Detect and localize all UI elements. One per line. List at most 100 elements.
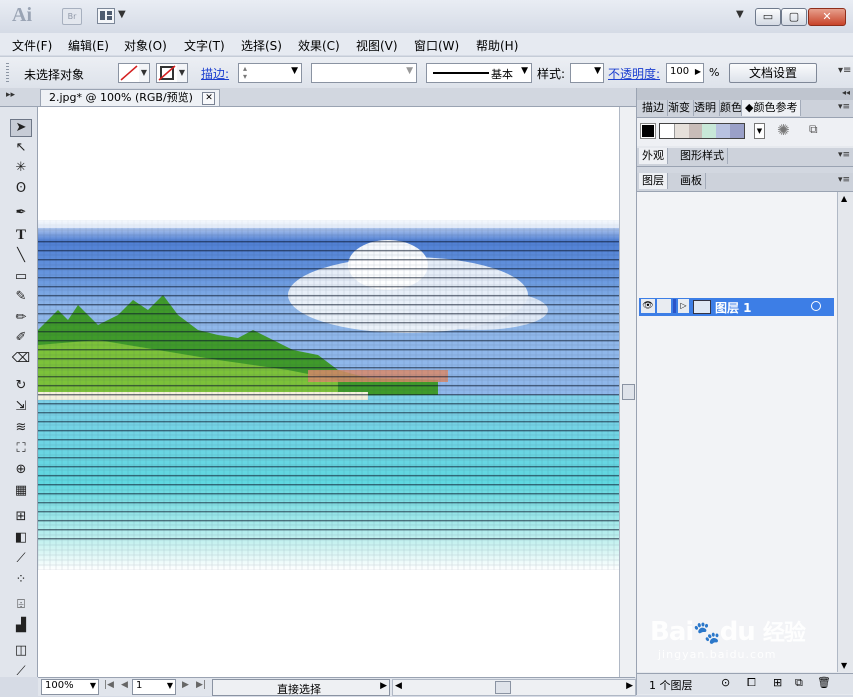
layers-scrollbar[interactable]: ▲ ▼	[837, 192, 853, 672]
symbol-sprayer-tool-icon[interactable]: ⌹	[10, 596, 32, 614]
fill-dropdown[interactable]: ▼	[139, 63, 150, 83]
delete-layer-icon[interactable]: 🗑	[817, 676, 831, 689]
pen-tool-icon[interactable]: ✒	[10, 204, 32, 222]
layer-row[interactable]: 👁 ▷ 图层 1	[639, 298, 834, 316]
harmony-swatch-6[interactable]	[730, 124, 744, 138]
stroke-label-link[interactable]: 描边:	[201, 65, 229, 82]
create-sublayer-icon[interactable]: ⊞	[773, 676, 782, 689]
tab-transparency[interactable]: 透明	[691, 100, 720, 116]
menu-help[interactable]: 帮助(H)	[476, 37, 518, 54]
scroll-left-icon[interactable]: ◀	[395, 681, 402, 691]
bridge-button[interactable]: Br	[62, 8, 82, 25]
harmony-colors-strip[interactable]	[659, 123, 745, 139]
scrollbar-thumb[interactable]	[622, 384, 635, 400]
chevron-down-icon[interactable]: ▼	[406, 66, 413, 76]
chevron-down-icon[interactable]: ▼	[291, 66, 298, 76]
opacity-input[interactable]: 100 ▶	[666, 63, 704, 83]
maximize-button[interactable]: ▢	[781, 8, 807, 26]
minimize-button[interactable]: ▭	[755, 8, 781, 26]
lasso-tool-icon[interactable]: ʘ	[10, 180, 32, 198]
harmony-swatch-2[interactable]	[674, 124, 689, 138]
free-transform-tool-icon[interactable]: ⛶	[10, 440, 32, 458]
vertical-scrollbar[interactable]	[619, 107, 636, 677]
zoom-select[interactable]: 100% ▼	[41, 679, 99, 695]
arrange-documents-icon[interactable]	[97, 8, 115, 24]
close-button[interactable]: ✕	[808, 8, 846, 26]
artboard-select[interactable]: 1 ▼	[132, 679, 176, 695]
rectangle-tool-icon[interactable]: ▭	[10, 268, 32, 286]
gradient-tool-icon[interactable]: ◧	[10, 529, 32, 547]
last-artboard-icon[interactable]: ▶|	[196, 680, 206, 690]
harmony-swatch-3[interactable]	[688, 124, 703, 138]
menu-object[interactable]: 对象(O)	[124, 37, 167, 54]
harmony-rules-dropdown[interactable]: ▼	[754, 123, 765, 139]
magic-wand-tool-icon[interactable]: ✳	[10, 159, 32, 177]
visibility-eye-icon[interactable]: 👁	[641, 299, 655, 313]
panel-menu-icon[interactable]: ▾≡	[838, 102, 850, 112]
opacity-label-link[interactable]: 不透明度:	[608, 65, 660, 82]
expand-triangle-icon[interactable]: ▷	[678, 299, 689, 313]
chevron-right-icon[interactable]: ▶	[380, 681, 387, 691]
chevron-down-icon[interactable]: ▼	[594, 66, 601, 76]
brush-definition-select[interactable]: 基本 ▼	[426, 63, 532, 83]
paintbrush-tool-icon[interactable]: ✎	[10, 288, 32, 306]
menu-file[interactable]: 文件(F)	[12, 37, 52, 54]
stepper-icon[interactable]: ▴ ▾	[243, 65, 247, 81]
chevron-right-icon[interactable]: ▶	[695, 67, 701, 76]
perspective-grid-tool-icon[interactable]: ▦	[10, 482, 32, 500]
menu-type[interactable]: 文字(T)	[184, 37, 225, 54]
panel-menu-icon[interactable]: ▾≡	[838, 175, 850, 185]
locate-object-icon[interactable]: ⊙	[721, 676, 730, 689]
harmony-swatch-4[interactable]	[702, 124, 717, 138]
document-tab[interactable]: 2.jpg* @ 100% (RGB/预览) ✕	[40, 89, 221, 106]
menu-select[interactable]: 选择(S)	[241, 37, 282, 54]
target-circle-icon[interactable]	[811, 301, 821, 311]
placed-image-beach[interactable]	[38, 220, 619, 570]
variable-width-profile-select[interactable]: ▼	[311, 63, 417, 83]
scroll-up-icon[interactable]: ▲	[841, 194, 847, 203]
lock-toggle[interactable]	[657, 299, 671, 313]
create-new-layer-icon[interactable]: ⧉	[795, 676, 803, 690]
scrollbar-thumb[interactable]	[495, 681, 511, 694]
document-setup-button[interactable]: 文档设置	[729, 63, 817, 83]
tab-layers[interactable]: 图层	[639, 173, 668, 189]
fill-swatch[interactable]	[118, 63, 140, 83]
harmony-swatch-5[interactable]	[716, 124, 731, 138]
panel-grip-icon[interactable]	[6, 63, 9, 83]
harmony-swatch-1[interactable]	[660, 124, 675, 138]
make-clipping-mask-icon[interactable]: ⧠	[747, 676, 756, 690]
horizontal-scrollbar[interactable]: ◀ ▶	[392, 679, 636, 696]
graphic-style-select[interactable]: ▼	[570, 63, 604, 83]
tab-appearance[interactable]: 外观	[639, 148, 668, 164]
tab-graphic-styles[interactable]: 图形样式	[677, 148, 728, 164]
stroke-dropdown[interactable]: ▼	[177, 63, 188, 83]
stroke-weight-input[interactable]: ▴ ▾ ▼	[238, 63, 302, 83]
direct-selection-tool-icon[interactable]: ↖	[10, 139, 32, 157]
panel-menu-icon[interactable]: ▾≡	[838, 150, 850, 160]
first-artboard-icon[interactable]: |◀	[104, 680, 114, 690]
type-tool-icon[interactable]: T	[10, 226, 32, 244]
artboard-tool-icon[interactable]: ◫	[10, 642, 32, 660]
next-artboard-icon[interactable]: ▶	[182, 680, 189, 690]
menu-edit[interactable]: 编辑(E)	[68, 37, 109, 54]
save-color-group-icon[interactable]: ⧉	[809, 122, 818, 137]
slice-tool-icon[interactable]: ⟋	[10, 663, 32, 681]
base-color-swatch[interactable]	[640, 123, 656, 139]
menu-effect[interactable]: 效果(C)	[298, 37, 340, 54]
rotate-tool-icon[interactable]: ↻	[10, 377, 32, 395]
stroke-swatch[interactable]	[156, 63, 178, 83]
collapse-panels-icon[interactable]: ▸▸	[6, 90, 15, 100]
close-tab-icon[interactable]: ✕	[202, 91, 216, 105]
tab-stroke[interactable]: 描边	[639, 100, 668, 116]
menu-window[interactable]: 窗口(W)	[414, 37, 459, 54]
collapse-dock-icon[interactable]: ◂◂	[842, 88, 850, 97]
edit-colors-icon[interactable]: ✺	[777, 121, 790, 139]
canvas[interactable]	[38, 107, 619, 677]
chevron-down-icon[interactable]: ▼	[521, 66, 528, 76]
chevron-down-icon[interactable]: ▼	[90, 681, 96, 690]
eyedropper-tool-icon[interactable]: ⟋	[10, 550, 32, 568]
tab-artboards[interactable]: 画板	[677, 173, 706, 189]
shape-builder-tool-icon[interactable]: ⊕	[10, 461, 32, 479]
previous-artboard-icon[interactable]: ◀	[121, 680, 128, 690]
panel-menu-icon[interactable]: ▾≡	[838, 65, 851, 76]
